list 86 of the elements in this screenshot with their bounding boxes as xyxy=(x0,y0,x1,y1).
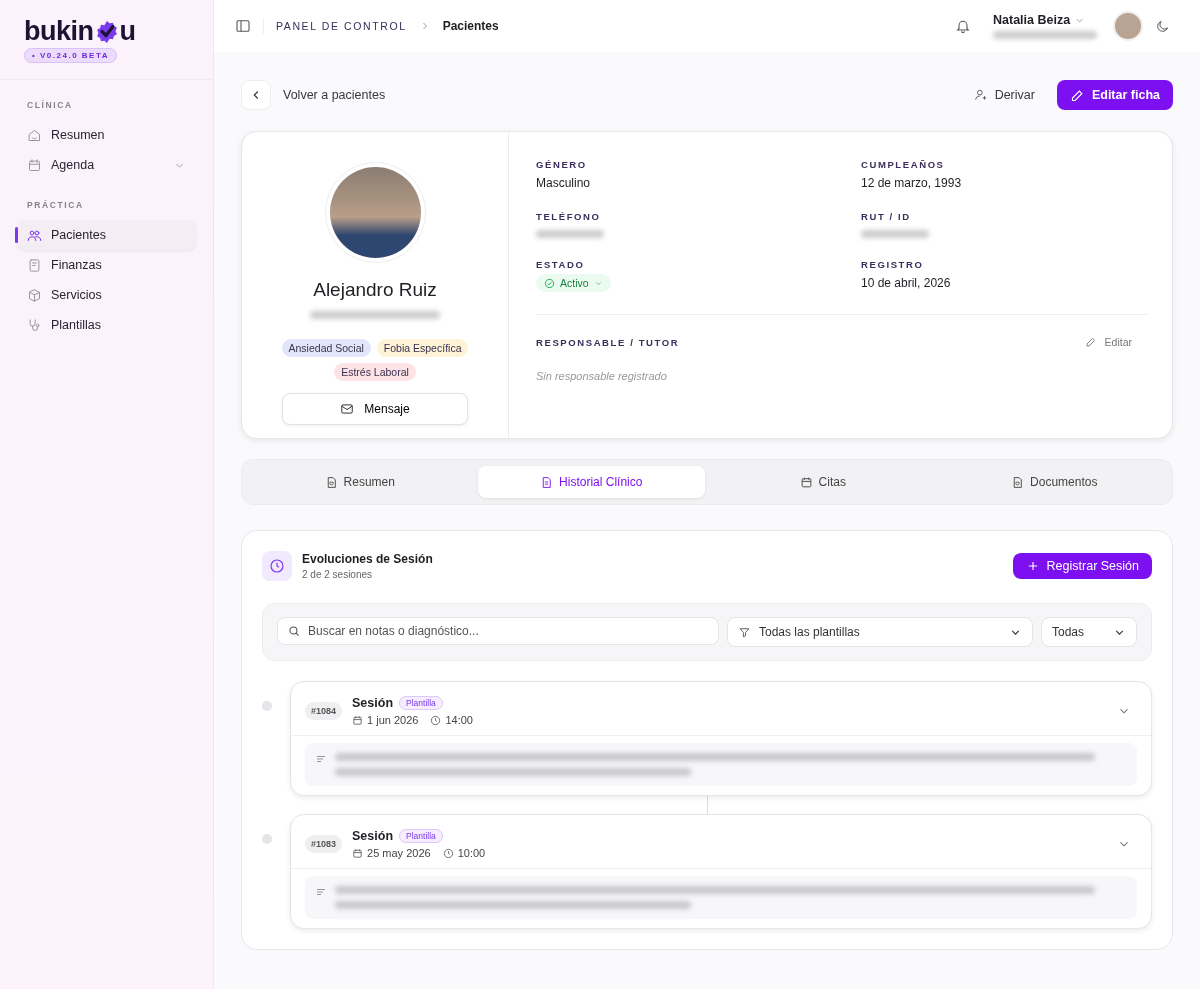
version-badge: • V0.24.0 BETA xyxy=(24,48,117,63)
edit-record-button[interactable]: Editar ficha xyxy=(1056,80,1173,110)
field-label: RUT / ID xyxy=(861,211,912,222)
sidebar-item[interactable]: Plantillas xyxy=(17,310,196,340)
tab[interactable]: Citas xyxy=(709,466,937,498)
message-button[interactable]: Mensaje xyxy=(282,393,468,425)
session-title: Sesión xyxy=(352,696,394,710)
session-number: #1084 xyxy=(305,702,343,720)
session-time: 14:00 xyxy=(445,714,473,726)
blurred-text xyxy=(536,230,604,238)
calendar-icon xyxy=(799,475,813,489)
field-label: TELÉFONO xyxy=(536,211,602,222)
filter-icon xyxy=(738,625,751,639)
pencil-icon xyxy=(1069,87,1085,103)
template-filter-dropdown[interactable]: Todas las plantillas xyxy=(727,617,1033,647)
clock-icon xyxy=(262,551,292,581)
sidebar-toggle-icon[interactable] xyxy=(235,18,251,34)
bell-icon[interactable] xyxy=(955,18,971,34)
field-label: CUMPLEAÑOS xyxy=(861,159,946,170)
check-badge-icon xyxy=(94,20,119,44)
field-value: 12 de marzo, 1993 xyxy=(861,176,963,190)
empty-state-text: Sin responsable registrado xyxy=(536,370,668,382)
breadcrumb-current: Pacientes xyxy=(442,19,499,33)
box-icon xyxy=(27,287,42,303)
register-session-button[interactable]: Registrar Sesión xyxy=(1012,553,1152,579)
timeline-dot xyxy=(262,834,272,844)
stethoscope-icon xyxy=(27,317,42,333)
section-heading: PRÁCTICA xyxy=(26,200,85,212)
section-heading: CLÍNICA xyxy=(26,100,74,112)
calendar-icon xyxy=(352,847,364,859)
timeline-dot xyxy=(262,701,272,711)
session-time: 10:00 xyxy=(457,847,486,859)
tab[interactable]: Resumen xyxy=(246,466,474,498)
home-icon xyxy=(27,127,42,143)
user-name[interactable]: Natalia Beiza xyxy=(993,13,1071,27)
mail-icon xyxy=(340,402,355,416)
edit-button[interactable]: Editar xyxy=(1078,335,1138,349)
field-label: REGISTRO xyxy=(861,259,925,270)
calendar-icon xyxy=(352,714,364,726)
sidebar-item[interactable]: Pacientes xyxy=(17,220,196,250)
breadcrumb-link[interactable]: PANEL DE CONTROL xyxy=(276,20,407,32)
receipt-icon xyxy=(27,257,42,273)
status-filter-dropdown[interactable]: Todas xyxy=(1041,617,1137,647)
pencil-icon xyxy=(1084,336,1097,348)
diagnosis-tag: Ansiedad Social xyxy=(281,339,371,357)
session-number: #1083 xyxy=(305,835,343,853)
field-value: 10 de abril, 2026 xyxy=(861,276,952,290)
field-value: Masculino xyxy=(536,176,592,190)
document-icon xyxy=(1011,475,1025,489)
document-icon xyxy=(540,475,554,489)
status-dropdown[interactable]: Activo xyxy=(536,274,611,292)
check-circle-icon xyxy=(544,277,555,289)
logo-text: bukin xyxy=(24,16,94,46)
search-icon xyxy=(287,624,301,638)
avatar-placeholder[interactable] xyxy=(1113,11,1143,41)
diagnosis-tag: Fobia Específica xyxy=(376,339,469,357)
refer-button[interactable]: Derivar xyxy=(967,87,1041,103)
moon-icon[interactable] xyxy=(1155,18,1170,34)
back-link[interactable]: Volver a pacientes xyxy=(283,88,386,102)
user-plus-icon xyxy=(973,88,988,102)
field-label: ESTADO xyxy=(536,259,586,270)
clock-icon xyxy=(442,847,454,859)
tab[interactable]: Historial Clínico xyxy=(477,466,705,498)
template-badge: Plantilla xyxy=(399,829,443,843)
sidebar-item[interactable]: Resumen xyxy=(17,120,196,150)
patient-name: Alejandro Ruiz xyxy=(313,279,437,301)
sidebar-item[interactable]: Servicios xyxy=(17,280,196,310)
sidebar-item[interactable]: Agenda xyxy=(17,150,196,180)
notes-icon xyxy=(315,886,327,898)
logo-text: u xyxy=(119,16,136,46)
search-field[interactable]: Buscar en notas o diagnóstico... xyxy=(277,617,719,645)
calendar-icon xyxy=(27,157,42,173)
panel-title: Evoluciones de Sesión xyxy=(302,552,433,566)
session-date: 1 jun 2026 xyxy=(367,714,419,726)
field-label: RESPONSABLE / TUTOR xyxy=(536,336,680,348)
diagnosis-tag: Estrés Laboral xyxy=(334,363,416,381)
field-label: GÉNERO xyxy=(536,159,588,170)
blurred-text xyxy=(861,230,929,238)
template-badge: Plantilla xyxy=(399,696,443,710)
session-date: 25 may 2026 xyxy=(367,847,431,859)
notes-icon xyxy=(315,753,327,765)
session-title: Sesión xyxy=(352,829,394,843)
tab[interactable]: Documentos xyxy=(940,466,1168,498)
clock-icon xyxy=(430,714,442,726)
sidebar-item[interactable]: Finanzas xyxy=(17,250,196,280)
session-count: 2 de 2 sesiones xyxy=(302,569,374,580)
